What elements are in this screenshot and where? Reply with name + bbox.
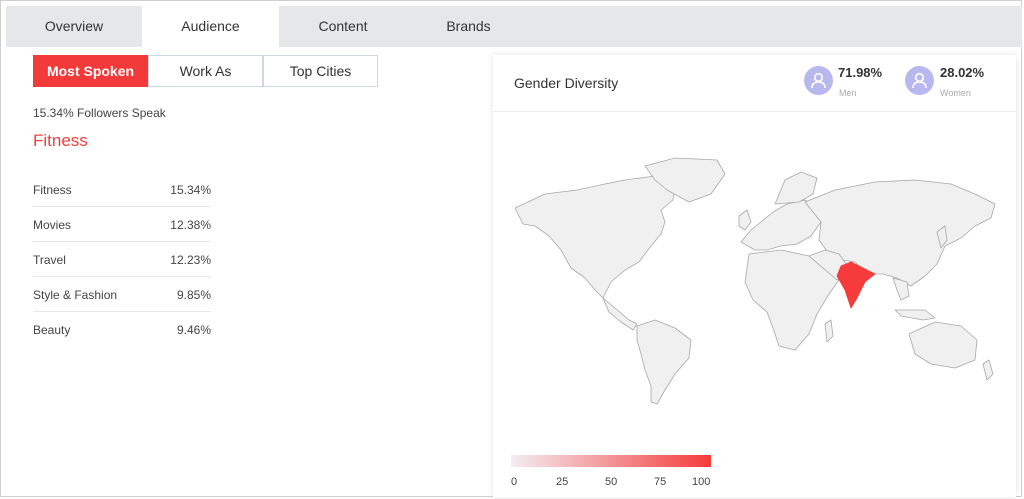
divider <box>493 111 1016 112</box>
central-america[interactable] <box>602 297 638 331</box>
most-spoken-button[interactable]: Most Spoken <box>33 55 148 87</box>
item-value: 12.38% <box>170 218 211 232</box>
item-name: Style & Fashion <box>33 288 118 302</box>
item-name: Fitness <box>33 183 72 197</box>
item-name: Travel <box>33 253 66 267</box>
user-avatar-icon <box>905 66 934 95</box>
men-label: Men <box>839 88 857 98</box>
top-cities-button[interactable]: Top Cities <box>263 55 378 87</box>
list-item: Fitness 15.34% <box>33 172 211 207</box>
women-percentage: 28.02% <box>940 65 985 80</box>
list-item: Travel 12.23% <box>33 242 211 277</box>
item-value: 9.85% <box>176 288 211 302</box>
work-as-button[interactable]: Work As <box>148 55 263 87</box>
scandinavia[interactable] <box>774 171 818 205</box>
list-item: Style & Fashion 9.85% <box>33 277 211 312</box>
card-title: Gender Diversity <box>514 75 619 91</box>
list-item: Movies 12.38% <box>33 207 211 242</box>
item-value: 15.34% <box>170 183 211 197</box>
item-name: Movies <box>33 218 72 232</box>
women-label: Women <box>940 88 971 98</box>
australia-landmass[interactable] <box>908 321 978 369</box>
item-name: Beauty <box>33 323 71 337</box>
legend-tick: 0 <box>511 476 518 488</box>
south-america-landmass[interactable] <box>636 319 692 405</box>
legend-tick: 50 <box>605 476 618 488</box>
item-value: 12.23% <box>170 253 211 267</box>
list-item: Beauty 9.46% <box>33 312 211 346</box>
user-avatar-icon <box>804 66 833 95</box>
world-map <box>514 157 996 405</box>
legend-tick: 25 <box>556 476 569 488</box>
item-value: 9.46% <box>176 323 211 337</box>
men-percentage: 71.98% <box>838 65 883 80</box>
legend-tick: 75 <box>654 476 667 488</box>
north-america-landmass[interactable] <box>514 175 676 299</box>
tab-brands[interactable]: Brands <box>407 6 530 47</box>
new-zealand[interactable] <box>982 359 994 381</box>
top-interest-title: Fitness <box>33 131 88 150</box>
uk-ireland[interactable] <box>738 209 752 231</box>
legend-tick: 100 <box>692 476 711 488</box>
indonesia[interactable] <box>894 309 936 321</box>
map-legend-gradient <box>511 455 711 467</box>
tab-overview[interactable]: Overview <box>6 6 142 47</box>
madagascar[interactable] <box>824 319 834 343</box>
tab-audience[interactable]: Audience <box>142 6 279 47</box>
followers-summary: 15.34% Followers Speak <box>33 106 166 120</box>
tab-content[interactable]: Content <box>279 6 407 47</box>
